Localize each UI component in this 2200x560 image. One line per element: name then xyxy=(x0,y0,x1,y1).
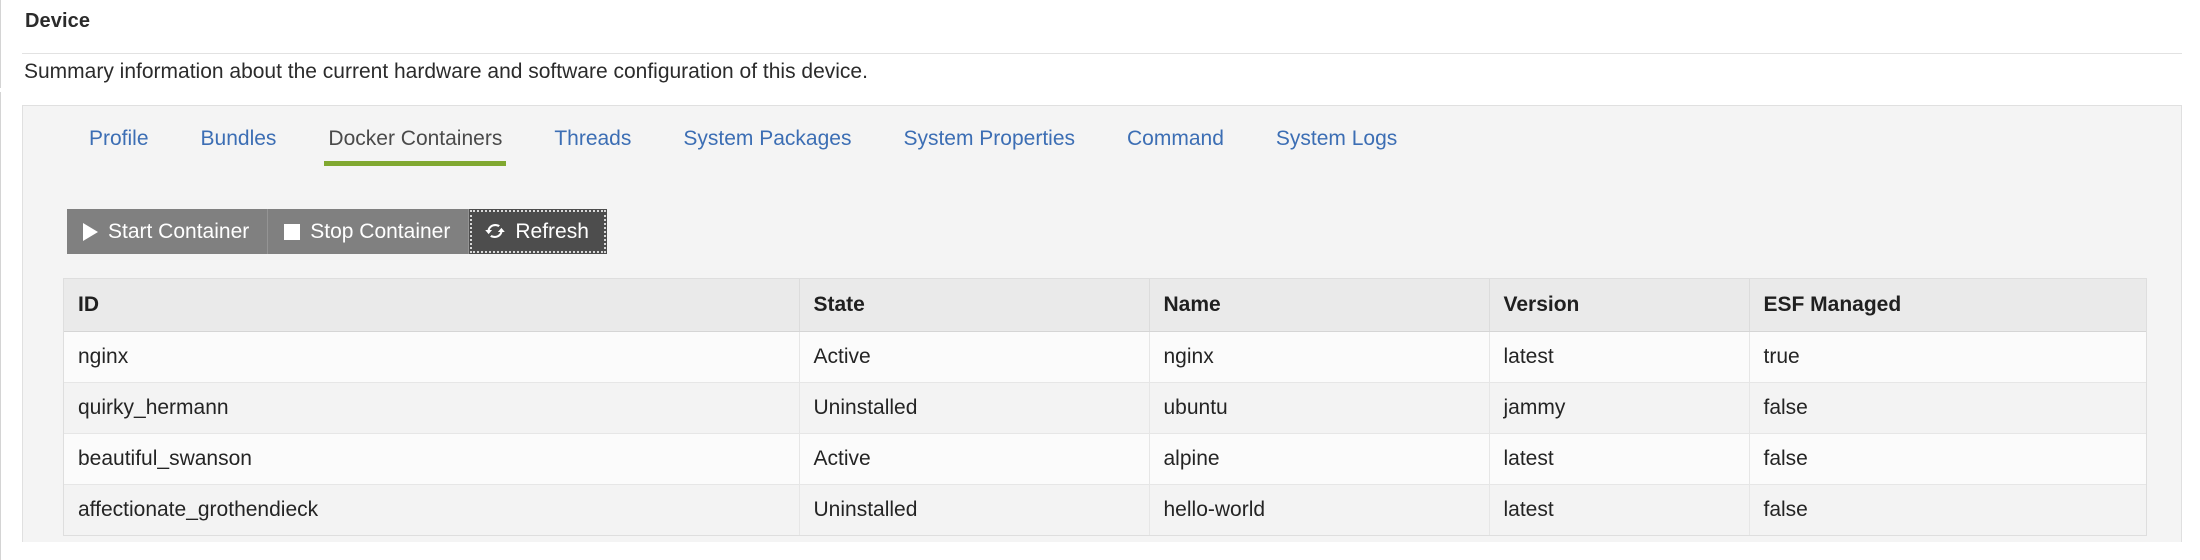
cell-id: affectionate_grothendieck xyxy=(64,484,800,535)
tab-bundles[interactable]: Bundles xyxy=(175,118,303,166)
stop-container-button[interactable]: Stop Container xyxy=(268,209,470,254)
device-page: Device Summary information about the cur… xyxy=(0,0,2200,560)
cell-version: latest xyxy=(1489,433,1750,485)
column-header-state[interactable]: State xyxy=(799,279,1150,332)
stop-icon xyxy=(284,223,301,240)
cell-esf-managed: true xyxy=(1749,331,2146,383)
docker-containers-table: ID State Name Version ESF Managed nginx … xyxy=(63,278,2147,536)
window-left-edge-bottom xyxy=(0,92,1,560)
cell-name: alpine xyxy=(1149,433,1490,485)
cell-esf-managed: false xyxy=(1749,382,2146,434)
cell-state: Active xyxy=(799,331,1150,383)
page-subtitle: Summary information about the current ha… xyxy=(24,60,868,83)
tab-system-properties[interactable]: System Properties xyxy=(877,118,1101,166)
cell-esf-managed: false xyxy=(1749,433,2146,485)
table-row[interactable]: nginx Active nginx latest true xyxy=(64,331,2146,383)
cell-name: ubuntu xyxy=(1149,382,1490,434)
table-row[interactable]: quirky_hermann Uninstalled ubuntu jammy … xyxy=(64,382,2146,434)
cell-name: hello-world xyxy=(1149,484,1490,535)
column-header-esf-managed[interactable]: ESF Managed xyxy=(1749,279,2146,332)
tab-docker-containers[interactable]: Docker Containers xyxy=(302,118,528,166)
table-header-row: ID State Name Version ESF Managed xyxy=(64,279,2146,332)
window-left-edge-top xyxy=(0,0,1,88)
column-header-name[interactable]: Name xyxy=(1149,279,1490,332)
tab-threads[interactable]: Threads xyxy=(528,118,657,166)
table-row[interactable]: beautiful_swanson Active alpine latest f… xyxy=(64,433,2146,485)
cell-id: nginx xyxy=(64,331,800,383)
table-row[interactable]: affectionate_grothendieck Uninstalled he… xyxy=(64,484,2146,535)
column-header-id[interactable]: ID xyxy=(64,279,800,332)
cell-name: nginx xyxy=(1149,331,1490,383)
column-header-version[interactable]: Version xyxy=(1489,279,1750,332)
refresh-label: Refresh xyxy=(515,220,589,243)
tab-system-packages[interactable]: System Packages xyxy=(657,118,877,166)
cell-version: latest xyxy=(1489,484,1750,535)
cell-id: quirky_hermann xyxy=(64,382,800,434)
tab-bar: Profile Bundles Docker Containers Thread… xyxy=(23,118,2181,176)
title-divider xyxy=(22,53,2182,54)
tab-system-logs[interactable]: System Logs xyxy=(1250,118,1423,166)
cell-state: Active xyxy=(799,433,1150,485)
refresh-icon xyxy=(485,221,506,241)
page-title: Device xyxy=(25,10,91,32)
cell-version: jammy xyxy=(1489,382,1750,434)
start-container-button[interactable]: Start Container xyxy=(67,209,269,254)
cell-esf-managed: false xyxy=(1749,484,2146,535)
container-action-toolbar: Start Container Stop Container Refresh xyxy=(67,209,607,254)
start-container-label: Start Container xyxy=(108,220,250,243)
play-icon xyxy=(83,222,98,241)
tab-profile[interactable]: Profile xyxy=(63,118,175,166)
cell-state: Uninstalled xyxy=(799,382,1150,434)
tab-command[interactable]: Command xyxy=(1101,118,1250,166)
cell-id: beautiful_swanson xyxy=(64,433,800,485)
cell-version: latest xyxy=(1489,331,1750,383)
cell-state: Uninstalled xyxy=(799,484,1150,535)
refresh-button[interactable]: Refresh xyxy=(469,209,607,254)
device-panel: Profile Bundles Docker Containers Thread… xyxy=(22,105,2182,542)
stop-container-label: Stop Container xyxy=(310,220,451,243)
